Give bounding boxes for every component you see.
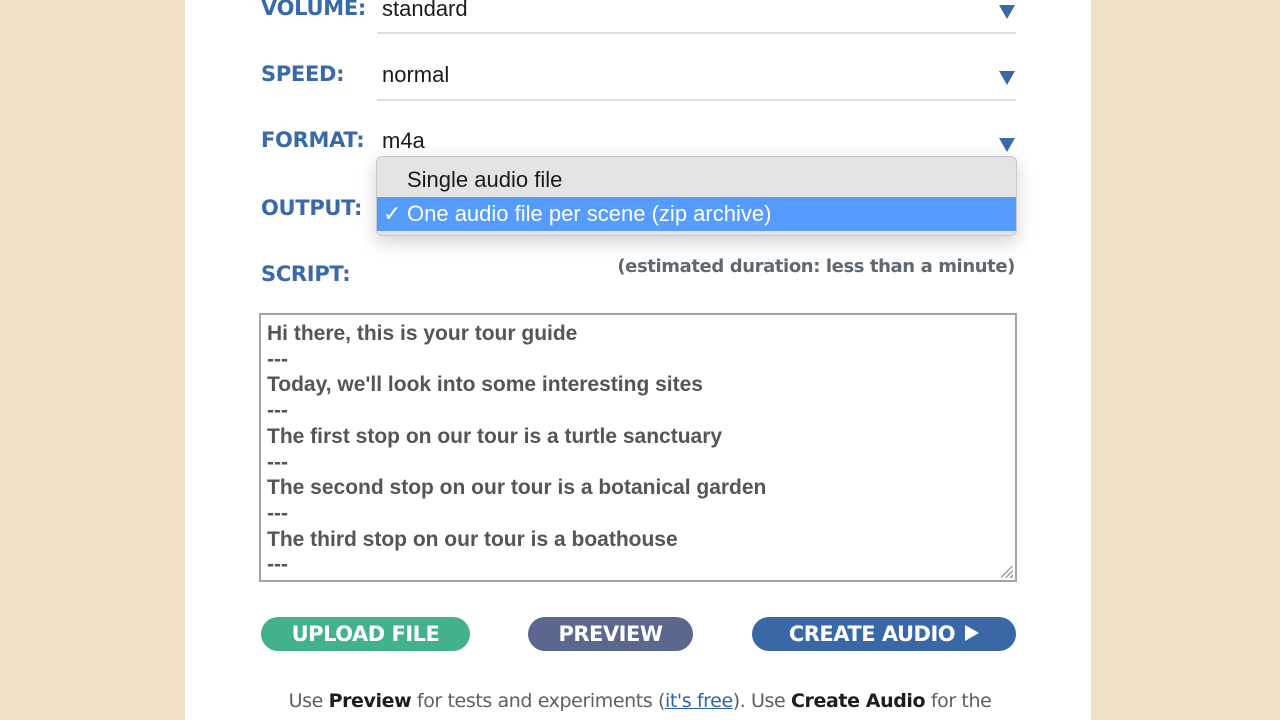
resize-handle-icon[interactable]: [1001, 566, 1013, 578]
script-textarea[interactable]: Hi there, this is your tour guide --- To…: [259, 313, 1017, 582]
estimated-duration: (estimated duration: less than a minute): [617, 256, 1015, 277]
script-separator: ---: [267, 450, 288, 474]
footer-note: Use Preview for tests and experiments (i…: [0, 690, 1280, 712]
script-line: Hi there, this is your tour guide: [267, 322, 578, 345]
format-label: FORMAT:: [261, 128, 365, 152]
footer-text: ). Use: [732, 690, 791, 712]
script-separator: ---: [267, 553, 288, 577]
script-label: SCRIPT:: [261, 262, 351, 286]
volume-underline: [377, 32, 1016, 34]
footer-text: for tests and experiments (: [411, 690, 665, 712]
footer-preview-emphasis: Preview: [328, 690, 412, 712]
script-separator: ---: [267, 399, 288, 423]
output-label: OUTPUT:: [261, 196, 363, 220]
script-line: The second stop on our tour is a botanic…: [267, 476, 767, 500]
preview-button[interactable]: PREVIEW: [528, 617, 693, 651]
script-line: Today, we'll look into some interesting …: [267, 373, 703, 397]
speed-select[interactable]: normal: [382, 62, 449, 88]
script-line: The first stop on our tour is a turtle s…: [267, 424, 723, 448]
speed-label: SPEED:: [261, 62, 345, 86]
output-option-single[interactable]: Single audio file: [377, 163, 1016, 197]
volume-label: VOLUME:: [261, 0, 366, 20]
footer-text: Use: [288, 690, 329, 712]
play-icon: [965, 625, 980, 641]
volume-select[interactable]: standard: [382, 0, 468, 22]
script-line: The third stop on our tour is a boathous…: [267, 527, 678, 551]
its-free-link[interactable]: it's free: [665, 690, 733, 712]
preview-label: PREVIEW: [558, 622, 663, 646]
script-separator: ---: [267, 501, 288, 525]
volume-caret-icon[interactable]: [999, 5, 1015, 19]
upload-file-label: UPLOAD FILE: [291, 622, 440, 646]
output-option-label: Single audio file: [407, 167, 563, 192]
format-caret-icon[interactable]: [999, 138, 1015, 152]
checkmark-icon: ✓: [383, 201, 402, 226]
footer-text: for the: [925, 690, 992, 712]
upload-file-button[interactable]: UPLOAD FILE: [261, 617, 470, 651]
format-select[interactable]: m4a: [382, 128, 425, 154]
output-dropdown-menu[interactable]: Single audio file ✓ One audio file per sc…: [376, 156, 1017, 236]
footer-create-audio-emphasis: Create Audio: [790, 690, 926, 712]
create-audio-label: CREATE AUDIO: [788, 622, 956, 646]
output-option-per-scene[interactable]: ✓ One audio file per scene (zip archive): [377, 197, 1016, 231]
speed-underline: [377, 99, 1016, 101]
speed-caret-icon[interactable]: [999, 71, 1015, 85]
script-separator: ---: [267, 347, 288, 371]
create-audio-button[interactable]: CREATE AUDIO: [752, 617, 1016, 651]
output-option-label: One audio file per scene (zip archive): [407, 201, 772, 226]
